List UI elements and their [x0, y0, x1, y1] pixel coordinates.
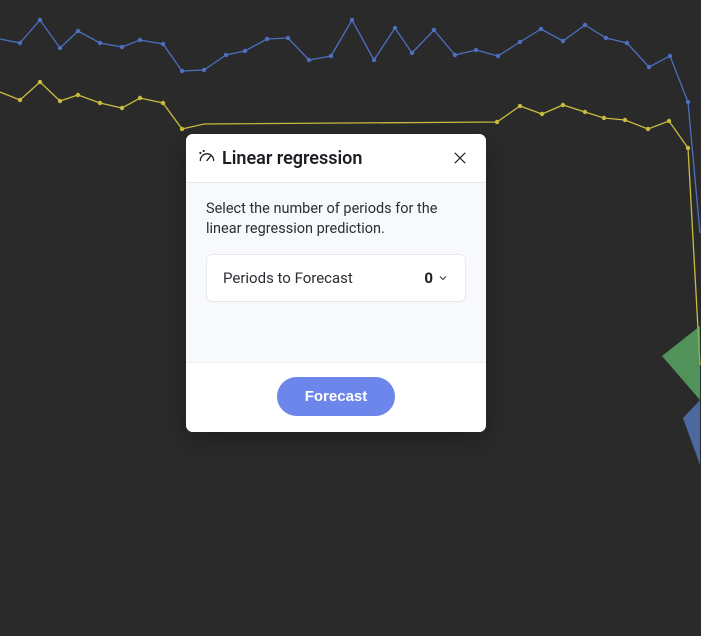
periods-dropdown[interactable]: 0	[424, 269, 449, 287]
modal-footer: Forecast	[186, 362, 486, 432]
close-button[interactable]	[448, 146, 472, 170]
modal-header: Linear regression	[186, 134, 486, 183]
periods-value: 0	[424, 269, 433, 287]
forecast-icon	[196, 147, 218, 169]
chevron-down-icon	[437, 272, 449, 284]
close-icon	[451, 149, 469, 167]
modal-title: Linear regression	[222, 148, 448, 169]
modal-description: Select the number of periods for the lin…	[206, 199, 466, 238]
forecast-button[interactable]: Forecast	[277, 377, 396, 416]
periods-field: Periods to Forecast 0	[206, 254, 466, 302]
periods-label: Periods to Forecast	[223, 269, 353, 287]
modal-body: Select the number of periods for the lin…	[186, 183, 486, 362]
forecast-modal: Linear regression Select the number of p…	[186, 134, 486, 432]
